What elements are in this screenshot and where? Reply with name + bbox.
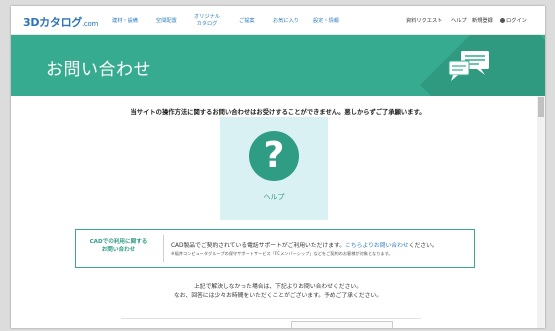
contact-instructions: 上記で解決しなかった場合は、下記よりお問い合わせください。 なお、回答には少々お… (11, 283, 545, 301)
browser-page: 3Dカタログ.com 建材・設備 空間配置 オリジナル カタログ ご提案 お気に… (11, 6, 545, 328)
cad-text-suffix: ください。 (408, 243, 438, 249)
cad-divider (163, 235, 164, 262)
catalog-request-link[interactable]: 資料リクエスト (406, 18, 442, 24)
nav-item-building-materials[interactable]: 建材・設備 (112, 18, 138, 25)
cad-contact-link[interactable]: こちらよりお問い合わせ (345, 243, 409, 249)
help-card-button[interactable]: ? ヘルプ (220, 117, 328, 220)
nav-label: お気に入り (273, 18, 299, 24)
nav-label-line2: カタログ (196, 20, 218, 27)
nav-item-original-catalog[interactable]: オリジナル カタログ (194, 14, 220, 27)
site-header: 3Dカタログ.com 建材・設備 空間配置 オリジナル カタログ ご提案 お気に… (11, 6, 545, 35)
nav-label: ご提案 (239, 18, 255, 24)
nav-label: 設定・情報 (313, 18, 339, 24)
nav-item-proposal[interactable]: ご提案 (239, 18, 255, 25)
logo-text: 3Dカタログ (23, 16, 82, 29)
user-icon (500, 18, 505, 23)
nav-item-favorites[interactable]: お気に入り (273, 18, 299, 25)
register-link[interactable]: 新規登録 (472, 18, 493, 24)
cad-note: ※福井コンピュータグループの保守サポートサービス「FCメンバーシップ」などをご契… (171, 251, 393, 256)
cad-support-box: CADでの利用に関する お問い合わせ CAD製品でご契約されている電話サポートが… (75, 229, 475, 268)
form-field-partial[interactable] (291, 321, 393, 328)
instructions-line1: 上記で解決しなかった場合は、下記よりお問い合わせください。 (194, 284, 362, 290)
site-logo[interactable]: 3Dカタログ.com (23, 14, 98, 30)
cad-description: CAD製品でご契約されている電話サポートがご利用いただけます。こちらよりお問い合… (171, 240, 438, 249)
help-link[interactable]: ヘルプ (451, 18, 467, 24)
nav-label-line1: オリジナル (194, 14, 220, 20)
help-card-label: ヘルプ (263, 193, 285, 201)
cad-box-title: CADでの利用に関する お問い合わせ (76, 238, 161, 254)
cad-text-prefix: CAD製品でご契約されている電話サポートがご利用いただけます。 (171, 243, 346, 249)
question-mark-icon: ? (249, 131, 299, 181)
cad-title-line2: お問い合わせ (101, 247, 136, 253)
nav-label: 空間配置 (156, 18, 177, 24)
login-label: ログイン (506, 18, 527, 24)
page-title: お問い合わせ (46, 60, 151, 80)
chat-bubbles-icon (448, 51, 489, 81)
cad-title-line1: CADでの利用に関する (89, 239, 148, 245)
notice-text: 当サイトの操作方法に関するお問い合わせはお受けすることができません。悪しからずご… (130, 109, 426, 116)
logo-suffix: .com (82, 20, 98, 28)
form-row-partial (121, 318, 421, 328)
page-banner: お問い合わせ (11, 35, 545, 96)
nav-item-settings-info[interactable]: 設定・情報 (313, 18, 339, 25)
login-link[interactable]: ログイン (500, 18, 527, 24)
nav-label: 建材・設備 (112, 18, 138, 24)
nav-item-space-layout[interactable]: 空間配置 (156, 18, 177, 25)
instructions-line2: なお、回答には少々お時間をいただくことがございます。予めご了承ください。 (173, 293, 383, 299)
